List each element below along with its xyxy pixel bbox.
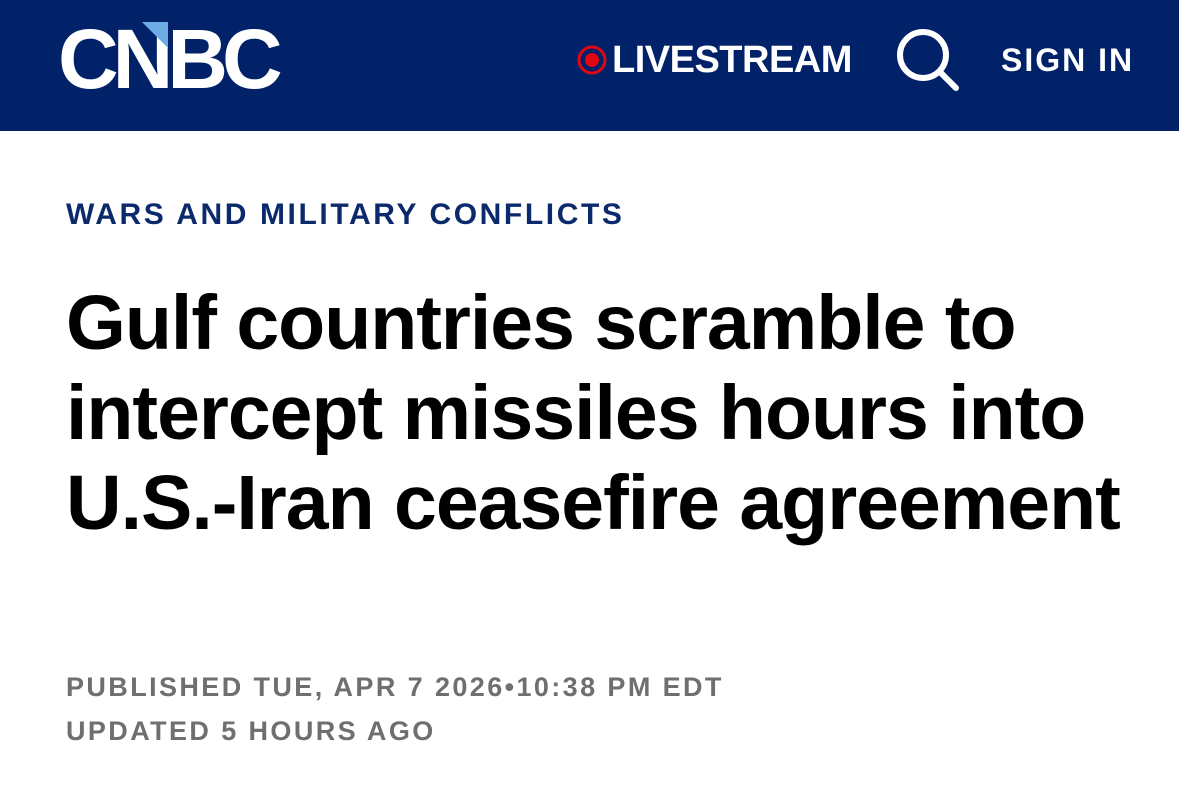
svg-text:CNBC: CNBC [58,18,281,98]
livestream-label: LIVESTREAM [612,38,852,81]
search-icon[interactable] [894,26,960,92]
top-nav-bar: CNBC LIVESTREAM SIGN IN [0,0,1179,131]
updated-timestamp: UPDATED 5 HOURS AGO [66,716,436,746]
live-dot-icon [577,45,607,75]
cnbc-logo[interactable]: CNBC [58,18,290,98]
article-headline: Gulf countries scramble to intercept mis… [66,280,1121,546]
article-category-link[interactable]: WARS AND MILITARY CONFLICTS [66,198,625,232]
livestream-button[interactable]: LIVESTREAM [576,38,852,82]
published-timestamp: PUBLISHED TUE, APR 7 2026•10:38 PM EDT [66,672,724,702]
sign-in-button[interactable]: SIGN IN [1001,38,1134,82]
